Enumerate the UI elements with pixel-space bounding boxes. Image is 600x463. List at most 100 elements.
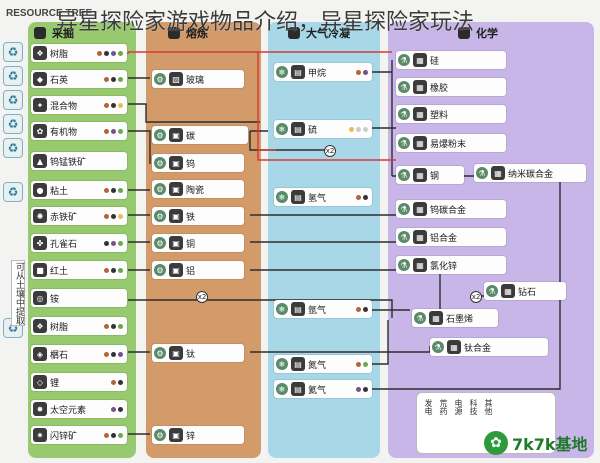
resource-node-clay[interactable]: ● 粘土 xyxy=(31,181,127,199)
planet-dots xyxy=(104,213,123,219)
resource-node-hematite[interactable]: ✺ 赤铁矿 xyxy=(31,207,127,225)
hematite-icon: ✺ xyxy=(33,209,47,223)
resource-node-astronium[interactable]: ✸ 太空元素 xyxy=(31,400,127,418)
malachite-icon: ✤ xyxy=(33,236,47,250)
carbon-icon: ▣ xyxy=(169,128,183,142)
flask-icon: ⚗ xyxy=(476,167,488,179)
clay-icon: ● xyxy=(33,183,47,197)
glass-icon: ▧ xyxy=(169,72,183,86)
snowflake-icon: ❄ xyxy=(276,303,288,315)
gas-node-hydrogen[interactable]: ❄ ▤ 氢气 xyxy=(274,188,372,206)
mining-icon xyxy=(34,27,46,39)
snowflake-icon: ❄ xyxy=(276,66,288,78)
product-node-copper[interactable]: ⚙ ▣ 铜 xyxy=(152,234,244,252)
logo-text: 7k7k基地 xyxy=(512,435,588,454)
legend-item: 荒药 xyxy=(439,399,448,415)
product-node-tungsten[interactable]: ⚙ ▣ 钨 xyxy=(152,154,244,172)
compound-node-nanocarbon-alloy[interactable]: ⚗ ▦ 纳米碳合金 xyxy=(474,164,586,182)
compound-node-plastic[interactable]: ⚗ ▦ 塑料 xyxy=(396,105,506,123)
resource-node-wolframite[interactable]: ▲ 钨锰铁矿 xyxy=(31,152,127,170)
flask-icon: ⚗ xyxy=(486,285,498,297)
ammonium-icon: ◎ xyxy=(33,291,47,305)
resource-node-malachite[interactable]: ✤ 孔雀石 xyxy=(31,234,127,252)
hydrogen-icon: ▤ xyxy=(291,190,305,204)
multiplier-badge: x2 xyxy=(324,145,336,157)
recycle-icon[interactable]: ♻ xyxy=(3,182,23,202)
gas-node-sulfur[interactable]: ❄ ▤ 硫 xyxy=(274,120,372,138)
compound-node-explosive-powder[interactable]: ⚗ ▦ 易爆粉末 xyxy=(396,134,506,152)
resource-node-lithium[interactable]: ◇ 锂 xyxy=(31,373,127,391)
product-node-glass[interactable]: ⚙ ▧ 玻璃 xyxy=(152,70,244,88)
planet-dots xyxy=(104,240,123,246)
overlay-title: 异星探险家游戏物品介绍，异星探险家玩法 xyxy=(56,10,475,35)
planet-dots xyxy=(356,306,368,312)
recycle-icon[interactable]: ♻ xyxy=(3,138,23,158)
compound-node-titanium-alloy[interactable]: ⚗ ▦ 钛合金 xyxy=(430,338,548,356)
compound-node-steel[interactable]: ⚗ ▦ 钢 xyxy=(396,166,464,184)
recycle-icon[interactable]: ♻ xyxy=(3,90,23,110)
tungsten-icon: ▣ xyxy=(169,156,183,170)
site-logo: ✿ 7k7k基地 xyxy=(484,428,598,458)
flask-icon: ⚗ xyxy=(398,81,410,93)
quartz-icon: ◆ xyxy=(33,72,47,86)
ceramic-icon: ▣ xyxy=(169,182,183,196)
resource-node-quartz[interactable]: ◆ 石英 xyxy=(31,70,127,88)
gear-icon: ⚙ xyxy=(154,73,166,85)
planet-dots xyxy=(104,432,123,438)
planet-dots xyxy=(356,386,368,392)
product-node-titanium[interactable]: ⚙ ▣ 钛 xyxy=(152,344,244,362)
gas-node-argon[interactable]: ❄ ▤ 氩气 xyxy=(274,300,372,318)
argon-icon: ▤ xyxy=(291,302,305,316)
explosive-powder-icon: ▦ xyxy=(413,136,427,150)
gear-icon: ⚙ xyxy=(154,210,166,222)
silicon-icon: ▦ xyxy=(413,53,427,67)
gas-node-nitrogen[interactable]: ❄ ▤ 氮气 xyxy=(274,355,372,373)
resource-node-organic[interactable]: ✿ 有机物 xyxy=(31,122,127,140)
resource-node-sphalerite[interactable]: ✷ 闪锌矿 xyxy=(31,426,127,444)
wolframite-icon: ▲ xyxy=(33,154,47,168)
resource-node-compound[interactable]: ✦ 混合物 xyxy=(31,96,127,114)
planet-dots xyxy=(104,187,123,193)
compound-node-silicon[interactable]: ⚗ ▦ 硅 xyxy=(396,51,506,69)
recycle-icon[interactable]: ♻ xyxy=(3,114,23,134)
graphene-icon: ▦ xyxy=(429,311,443,325)
gas-node-methane[interactable]: ❄ ▤ 甲烷 xyxy=(274,63,372,81)
tungsten-carbide-icon: ▦ xyxy=(413,202,427,216)
planet-dots xyxy=(97,50,123,56)
gas-node-helium[interactable]: ❄ ▤ 氦气 xyxy=(274,380,372,398)
multiplier-badge: x2 xyxy=(470,291,482,303)
nanocarbon-alloy-icon: ▦ xyxy=(491,166,505,180)
compound-node-tungsten-carbide[interactable]: ⚗ ▦ 钨碳合金 xyxy=(396,200,506,218)
resource-node-laterite[interactable]: ■ 红土 xyxy=(31,261,127,279)
zinc-icon: ▣ xyxy=(169,428,183,442)
resource-node-titanite[interactable]: ◈ 榍石 xyxy=(31,345,127,363)
zinc-chloride-icon: ▦ xyxy=(413,258,427,272)
planet-dots xyxy=(356,194,368,200)
gear-icon: ⚙ xyxy=(154,157,166,169)
product-node-iron[interactable]: ⚙ ▣ 铁 xyxy=(152,207,244,225)
resource-node-resin-2[interactable]: ❖ 树脂 xyxy=(31,317,127,335)
product-node-zinc[interactable]: ⚙ ▣ 锌 xyxy=(152,426,244,444)
product-node-ceramic[interactable]: ⚙ ▣ 陶瓷 xyxy=(152,180,244,198)
gear-icon: ⚙ xyxy=(154,237,166,249)
organic-icon: ✿ xyxy=(33,124,47,138)
compound-node-graphene[interactable]: ⚗ ▦ 石墨烯 xyxy=(412,309,498,327)
planet-dots xyxy=(356,361,368,367)
resin-icon: ❖ xyxy=(33,319,47,333)
recycle-icon[interactable]: ♻ xyxy=(3,42,23,62)
compound-node-rubber[interactable]: ⚗ ▦ 橡胶 xyxy=(396,78,506,96)
legend-item: 发电 xyxy=(424,399,433,415)
product-node-aluminum[interactable]: ⚙ ▣ 铝 xyxy=(152,261,244,279)
compound-node-aluminum-alloy[interactable]: ⚗ ▦ 铝合金 xyxy=(396,228,506,246)
planet-dots xyxy=(349,126,368,132)
soil-extract-label: 可从土壤中提取 xyxy=(11,260,25,326)
plastic-icon: ▦ xyxy=(413,107,427,121)
resource-node-ammonium[interactable]: ◎ 铵 xyxy=(31,289,127,307)
compound-node-zinc-chloride[interactable]: ⚗ ▦ 氯化锌 xyxy=(396,256,506,274)
diamond-icon: ▦ xyxy=(501,284,515,298)
gear-icon: ⚙ xyxy=(154,264,166,276)
resource-node-resin[interactable]: ❖ 树脂 xyxy=(31,44,127,62)
compound-node-diamond[interactable]: ⚗ ▦ 钻石 xyxy=(484,282,566,300)
product-node-carbon[interactable]: ⚙ ▣ 碳 xyxy=(152,126,248,144)
recycle-icon[interactable]: ♻ xyxy=(3,66,23,86)
